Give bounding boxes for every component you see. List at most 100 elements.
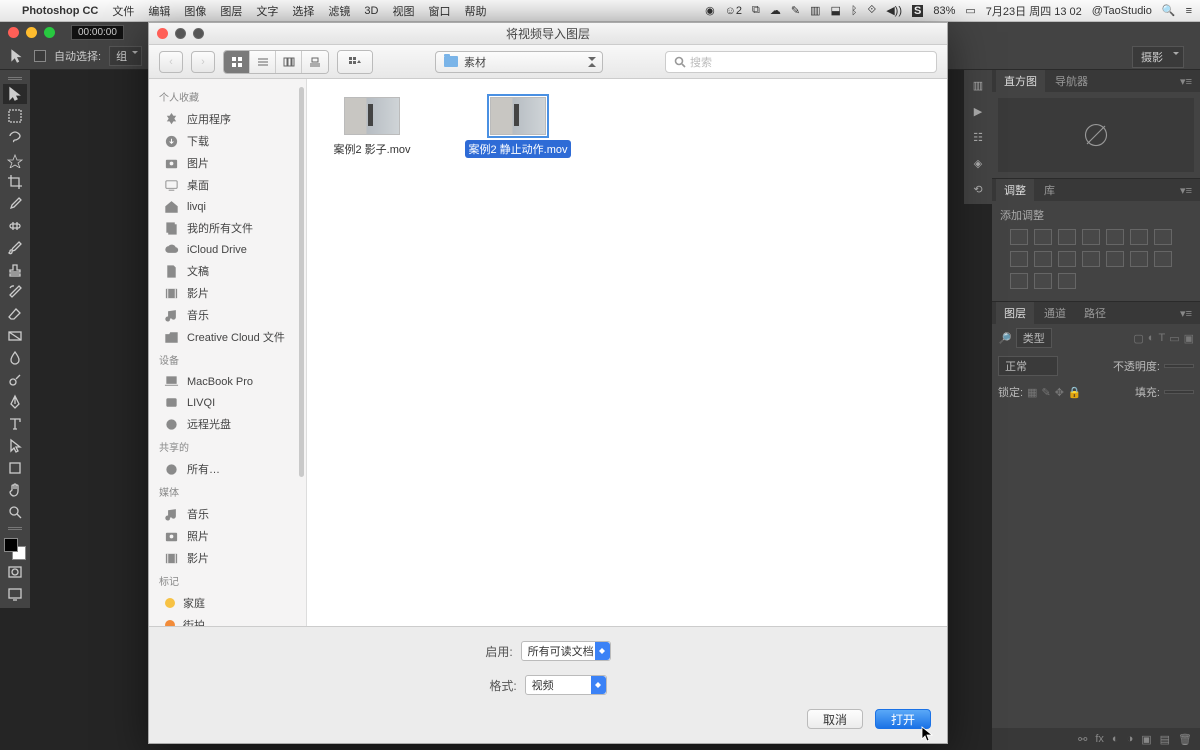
tab-adjustments[interactable]: 调整 [996,179,1034,201]
layer-mask-icon[interactable]: ◐ [1112,733,1119,745]
type-tool[interactable] [3,414,27,434]
wechat-icon[interactable]: ☺2 [725,5,742,17]
layer-fx-icon[interactable]: fx [1095,733,1104,745]
new-group-icon[interactable]: ▣ [1141,733,1151,746]
properties-panel-icon[interactable]: ☷ [967,126,989,148]
libraries-panel-icon[interactable]: ⟲ [967,178,989,200]
app-name[interactable]: Photoshop CC [22,5,98,17]
sidebar-item-all-shared[interactable]: 所有… [149,458,306,480]
history-panel-icon[interactable]: ▥ [967,74,989,96]
menu-view[interactable]: 视图 [392,3,414,19]
sidebar-item-media-music[interactable]: 音乐 [149,503,306,525]
menu-type[interactable]: 文字 [256,3,278,19]
actions-panel-icon[interactable]: ▶ [967,100,989,122]
coverflow-view-button[interactable] [302,51,328,73]
sidebar-item-movies[interactable]: 影片 [149,282,306,304]
nav-forward-button[interactable]: › [191,51,215,73]
panel-menu-icon[interactable]: ▾≡ [1176,75,1196,88]
new-layer-icon[interactable]: ▤ [1160,733,1170,746]
menu-file[interactable]: 文件 [112,3,134,19]
tab-navigator[interactable]: 导航器 [1047,70,1096,92]
lock-all-icon[interactable]: 🔒 [1068,386,1082,399]
dialog-close-button[interactable] [157,28,168,39]
volume-icon[interactable]: ◀)) [886,4,902,17]
s-icon[interactable]: S [912,5,923,17]
hand-tool[interactable] [3,480,27,500]
workspace-switcher[interactable]: 摄影 [1132,46,1184,68]
current-tool-icon[interactable] [8,48,26,64]
filter-pixel-icon[interactable]: ▢ [1133,332,1143,345]
status-app-icon[interactable]: ◉ [705,4,715,17]
battery-menu-icon[interactable]: ▥ [810,4,820,17]
tab-libraries[interactable]: 库 [1036,179,1063,201]
sidebar-item-documents[interactable]: 文稿 [149,260,306,282]
selective-color-icon[interactable] [1034,273,1052,289]
lock-trans-icon[interactable]: ▦ [1027,386,1037,399]
panel-menu-icon[interactable]: ▾≡ [1176,184,1196,197]
camera-icon[interactable]: ⧉ [752,4,760,17]
clock[interactable]: 7月23日 周四 13 02 [986,3,1082,19]
link-layers-icon[interactable]: ⚯ [1078,733,1087,746]
file-browser[interactable]: 案例2 影子.mov 案例2 静止动作.mov [307,79,947,626]
path-select-tool[interactable] [3,436,27,456]
arrange-dropdown[interactable] [337,50,373,74]
minimize-window-button[interactable] [26,27,37,38]
delete-layer-icon[interactable]: 🗑 [1178,733,1192,746]
brush-tool[interactable] [3,238,27,258]
format-select[interactable]: 视频 [525,675,607,695]
eraser-tool[interactable] [3,304,27,324]
3d-panel-icon[interactable]: ◈ [967,152,989,174]
column-view-button[interactable] [276,51,302,73]
filter-smart-icon[interactable]: ▣ [1184,332,1194,345]
sidebar-item-media-photos[interactable]: 照片 [149,525,306,547]
search-field[interactable]: 搜索 [665,51,937,73]
sidebar-item-disk[interactable]: LIVQI [149,392,306,413]
sidebar-item-cc[interactable]: Creative Cloud 文件 [149,326,306,348]
tab-paths[interactable]: 路径 [1076,302,1114,324]
screen-mode-toggle[interactable] [3,584,27,604]
filter-shape-icon[interactable]: ▭ [1169,332,1179,345]
sidebar-item-pictures[interactable]: 图片 [149,152,306,174]
sidebar-item-home[interactable]: livqi [149,196,306,217]
gradient-map-icon[interactable] [1010,273,1028,289]
battery-icon[interactable]: ▭ [965,4,975,17]
sidebar-tag-street[interactable]: 街拍 [149,614,306,626]
lock-pixels-icon[interactable]: ✎ [1041,386,1050,399]
invert-adjust-icon[interactable] [1106,251,1124,267]
battery-percent[interactable]: 83% [933,5,955,17]
auto-select-dropdown[interactable]: 组 [109,46,142,66]
icon-view-button[interactable] [224,51,250,73]
nav-back-button[interactable]: ‹ [159,51,183,73]
sidebar-item-media-movies[interactable]: 影片 [149,547,306,569]
fill-input[interactable] [1164,390,1194,394]
sidebar-item-allfiles[interactable]: 我的所有文件 [149,217,306,239]
list-view-button[interactable] [250,51,276,73]
cloud-icon[interactable]: ☁ [770,4,781,17]
color-lookup-icon[interactable] [1082,251,1100,267]
sidebar-item-icloud[interactable]: iCloud Drive [149,239,306,260]
healing-tool[interactable] [3,216,27,236]
dodge-tool[interactable] [3,370,27,390]
zoom-tool[interactable] [3,502,27,522]
menu-filter[interactable]: 滤镜 [328,3,350,19]
color-balance-icon[interactable] [1154,229,1172,245]
bluetooth-icon[interactable]: ᛒ [851,5,858,17]
panel-menu-icon[interactable]: ▾≡ [1176,307,1196,320]
tab-layers[interactable]: 图层 [996,302,1034,324]
crop-tool[interactable] [3,172,27,192]
brightness-adjust-icon[interactable] [1010,229,1028,245]
eyedropper-tool[interactable] [3,194,27,214]
spotlight-icon[interactable]: 🔍 [1162,4,1176,17]
menu-extras-icon[interactable]: ≡ [1186,5,1192,17]
lasso-tool[interactable] [3,128,27,148]
file-item-selected[interactable]: 案例2 静止动作.mov [463,97,573,608]
gradient-tool[interactable] [3,326,27,346]
blend-mode-dropdown[interactable]: 正常 [998,356,1058,376]
cancel-button[interactable]: 取消 [807,709,863,729]
sidebar-scrollbar[interactable] [299,87,304,477]
sidebar-item-desktop[interactable]: 桌面 [149,174,306,196]
enable-select[interactable]: 所有可读文档 [521,641,611,661]
stamp-tool[interactable] [3,260,27,280]
more-adjust-icon[interactable] [1058,273,1076,289]
pen-tool[interactable] [3,392,27,412]
